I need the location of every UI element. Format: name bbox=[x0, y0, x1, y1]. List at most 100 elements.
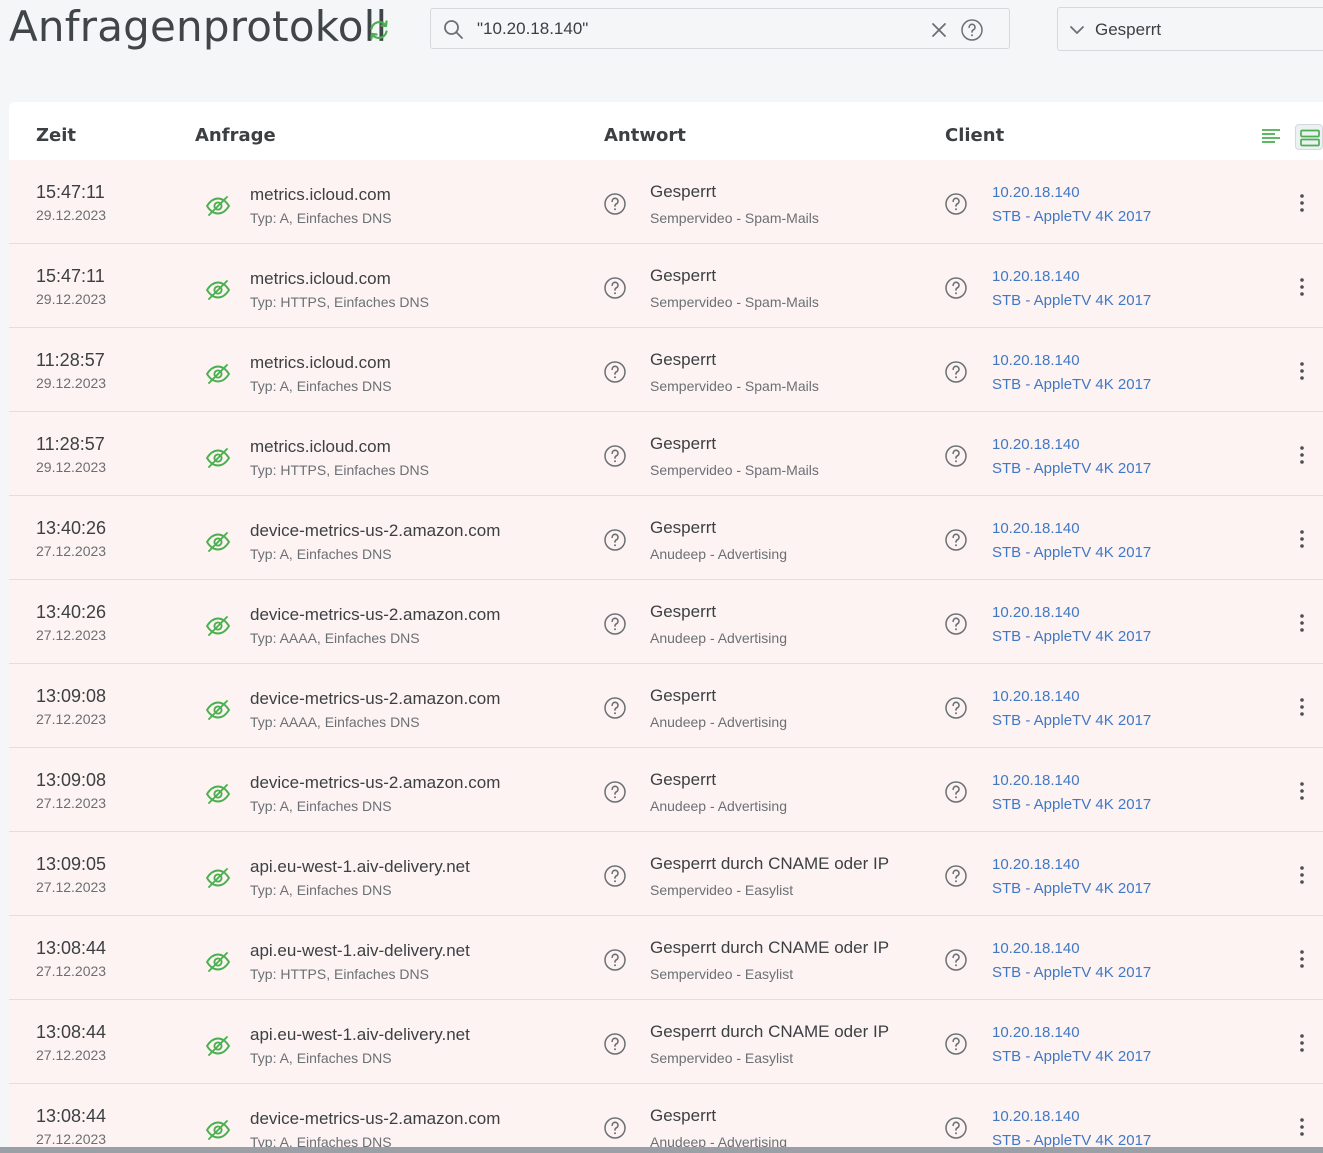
client-name-link[interactable]: STB - AppleTV 4K 2017 bbox=[992, 208, 1151, 225]
table-row[interactable]: 15:47:11 29.12.2023 metrics.icloud.com T… bbox=[9, 160, 1323, 244]
help-icon[interactable] bbox=[603, 780, 627, 804]
help-icon[interactable] bbox=[944, 864, 968, 888]
client-ip-link[interactable]: 10.20.18.140 bbox=[992, 436, 1080, 453]
more-options-icon[interactable] bbox=[1295, 360, 1309, 382]
help-icon[interactable] bbox=[603, 1032, 627, 1056]
request-domain: device-metrics-us-2.amazon.com bbox=[250, 521, 501, 540]
more-options-icon[interactable] bbox=[1295, 696, 1309, 718]
eye-off-icon[interactable] bbox=[205, 950, 231, 974]
help-icon[interactable] bbox=[603, 612, 627, 636]
help-icon[interactable] bbox=[944, 192, 968, 216]
more-options-icon[interactable] bbox=[1295, 444, 1309, 466]
help-icon[interactable] bbox=[944, 1116, 968, 1140]
help-icon[interactable] bbox=[603, 528, 627, 552]
more-options-icon[interactable] bbox=[1295, 1116, 1309, 1138]
table-row[interactable]: 13:08:44 27.12.2023 device-metrics-us-2.… bbox=[9, 1084, 1323, 1153]
detailed-view-button[interactable] bbox=[1295, 124, 1323, 150]
eye-off-icon[interactable] bbox=[205, 530, 231, 554]
table-row[interactable]: 13:09:08 27.12.2023 device-metrics-us-2.… bbox=[9, 748, 1323, 832]
client-ip-link[interactable]: 10.20.18.140 bbox=[992, 520, 1080, 537]
help-icon[interactable] bbox=[603, 360, 627, 384]
client-name-link[interactable]: STB - AppleTV 4K 2017 bbox=[992, 1048, 1151, 1065]
help-icon[interactable] bbox=[944, 360, 968, 384]
client-ip-link[interactable]: 10.20.18.140 bbox=[992, 940, 1080, 957]
help-icon[interactable] bbox=[960, 18, 984, 42]
eye-off-icon[interactable] bbox=[205, 614, 231, 638]
client-ip-link[interactable]: 10.20.18.140 bbox=[992, 268, 1080, 285]
request-time: 11:28:57 bbox=[36, 350, 105, 370]
help-icon[interactable] bbox=[603, 696, 627, 720]
request-date: 27.12.2023 bbox=[36, 879, 107, 895]
eye-off-icon[interactable] bbox=[205, 446, 231, 470]
more-options-icon[interactable] bbox=[1295, 192, 1309, 214]
table-row[interactable]: 13:08:44 27.12.2023 api.eu-west-1.aiv-de… bbox=[9, 916, 1323, 1000]
client-name-link[interactable]: STB - AppleTV 4K 2017 bbox=[992, 796, 1151, 813]
eye-off-icon[interactable] bbox=[205, 1118, 231, 1142]
more-options-icon[interactable] bbox=[1295, 276, 1309, 298]
help-icon[interactable] bbox=[944, 696, 968, 720]
more-options-icon[interactable] bbox=[1295, 1032, 1309, 1054]
response-status: Gesperrt bbox=[650, 182, 717, 201]
response-status: Gesperrt durch CNAME oder IP bbox=[650, 1022, 890, 1041]
help-icon[interactable] bbox=[944, 612, 968, 636]
help-icon[interactable] bbox=[944, 948, 968, 972]
client-ip-link[interactable]: 10.20.18.140 bbox=[992, 604, 1080, 621]
more-options-icon[interactable] bbox=[1295, 948, 1309, 970]
help-icon[interactable] bbox=[603, 864, 627, 888]
help-icon[interactable] bbox=[944, 276, 968, 300]
eye-off-icon[interactable] bbox=[205, 866, 231, 890]
more-options-icon[interactable] bbox=[1295, 780, 1309, 802]
help-icon[interactable] bbox=[944, 444, 968, 468]
help-icon[interactable] bbox=[603, 948, 627, 972]
request-type: Typ: A, Einfaches DNS bbox=[250, 378, 392, 394]
eye-off-icon[interactable] bbox=[205, 782, 231, 806]
help-icon[interactable] bbox=[603, 276, 627, 300]
help-icon[interactable] bbox=[944, 1032, 968, 1056]
client-name-link[interactable]: STB - AppleTV 4K 2017 bbox=[992, 544, 1151, 561]
table-row[interactable]: 13:08:44 27.12.2023 api.eu-west-1.aiv-de… bbox=[9, 1000, 1323, 1084]
request-type: Typ: A, Einfaches DNS bbox=[250, 882, 392, 898]
status-filter-select[interactable]: Gesperrt bbox=[1057, 7, 1323, 51]
search-input[interactable] bbox=[477, 18, 917, 40]
help-icon[interactable] bbox=[944, 528, 968, 552]
client-name-link[interactable]: STB - AppleTV 4K 2017 bbox=[992, 628, 1151, 645]
more-options-icon[interactable] bbox=[1295, 864, 1309, 886]
client-ip-link[interactable]: 10.20.18.140 bbox=[992, 856, 1080, 873]
client-ip-link[interactable]: 10.20.18.140 bbox=[992, 772, 1080, 789]
client-name-link[interactable]: STB - AppleTV 4K 2017 bbox=[992, 376, 1151, 393]
table-row[interactable]: 13:40:26 27.12.2023 device-metrics-us-2.… bbox=[9, 496, 1323, 580]
client-name-link[interactable]: STB - AppleTV 4K 2017 bbox=[992, 964, 1151, 981]
refresh-icon[interactable] bbox=[367, 18, 391, 42]
client-ip-link[interactable]: 10.20.18.140 bbox=[992, 352, 1080, 369]
table-row[interactable]: 11:28:57 29.12.2023 metrics.icloud.com T… bbox=[9, 328, 1323, 412]
help-icon[interactable] bbox=[603, 1116, 627, 1140]
more-options-icon[interactable] bbox=[1295, 612, 1309, 634]
client-ip-link[interactable]: 10.20.18.140 bbox=[992, 184, 1080, 201]
clear-icon[interactable] bbox=[929, 20, 949, 40]
client-name-link[interactable]: STB - AppleTV 4K 2017 bbox=[992, 460, 1151, 477]
client-name-link[interactable]: STB - AppleTV 4K 2017 bbox=[992, 292, 1151, 309]
eye-off-icon[interactable] bbox=[205, 362, 231, 386]
client-ip-link[interactable]: 10.20.18.140 bbox=[992, 688, 1080, 705]
help-icon[interactable] bbox=[603, 192, 627, 216]
search-box[interactable] bbox=[430, 8, 1010, 49]
table-row[interactable]: 15:47:11 29.12.2023 metrics.icloud.com T… bbox=[9, 244, 1323, 328]
request-type: Typ: A, Einfaches DNS bbox=[250, 1050, 392, 1066]
eye-off-icon[interactable] bbox=[205, 698, 231, 722]
client-ip-link[interactable]: 10.20.18.140 bbox=[992, 1108, 1080, 1125]
list-view-icon[interactable] bbox=[1261, 128, 1281, 144]
request-time: 13:08:44 bbox=[36, 1022, 107, 1042]
help-icon[interactable] bbox=[944, 780, 968, 804]
client-ip-link[interactable]: 10.20.18.140 bbox=[992, 1024, 1080, 1041]
eye-off-icon[interactable] bbox=[205, 1034, 231, 1058]
table-row[interactable]: 13:40:26 27.12.2023 device-metrics-us-2.… bbox=[9, 580, 1323, 664]
table-row[interactable]: 11:28:57 29.12.2023 metrics.icloud.com T… bbox=[9, 412, 1323, 496]
eye-off-icon[interactable] bbox=[205, 278, 231, 302]
table-row[interactable]: 13:09:08 27.12.2023 device-metrics-us-2.… bbox=[9, 664, 1323, 748]
help-icon[interactable] bbox=[603, 444, 627, 468]
client-name-link[interactable]: STB - AppleTV 4K 2017 bbox=[992, 880, 1151, 897]
table-row[interactable]: 13:09:05 27.12.2023 api.eu-west-1.aiv-de… bbox=[9, 832, 1323, 916]
more-options-icon[interactable] bbox=[1295, 528, 1309, 550]
client-name-link[interactable]: STB - AppleTV 4K 2017 bbox=[992, 712, 1151, 729]
eye-off-icon[interactable] bbox=[205, 194, 231, 218]
